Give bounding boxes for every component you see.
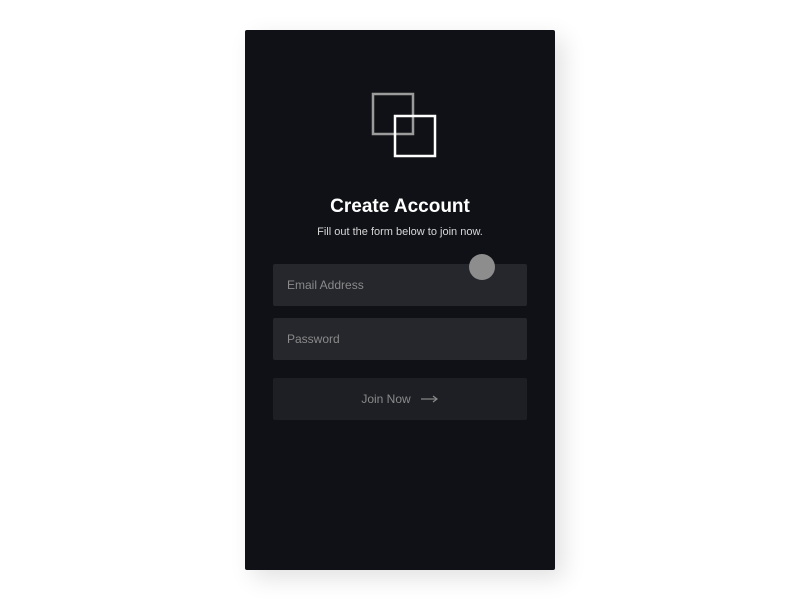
arrow-right-icon — [421, 395, 439, 403]
signup-screen: Create Account Fill out the form below t… — [245, 30, 555, 570]
password-field[interactable] — [273, 318, 527, 360]
page-subtitle: Fill out the form below to join now. — [317, 226, 483, 238]
page-title: Create Account — [330, 196, 470, 218]
signup-form: Join Now — [273, 264, 527, 420]
join-now-label: Join Now — [361, 392, 410, 406]
app-logo-icon — [361, 90, 439, 160]
email-field[interactable] — [273, 264, 527, 306]
join-now-button[interactable]: Join Now — [273, 378, 527, 420]
